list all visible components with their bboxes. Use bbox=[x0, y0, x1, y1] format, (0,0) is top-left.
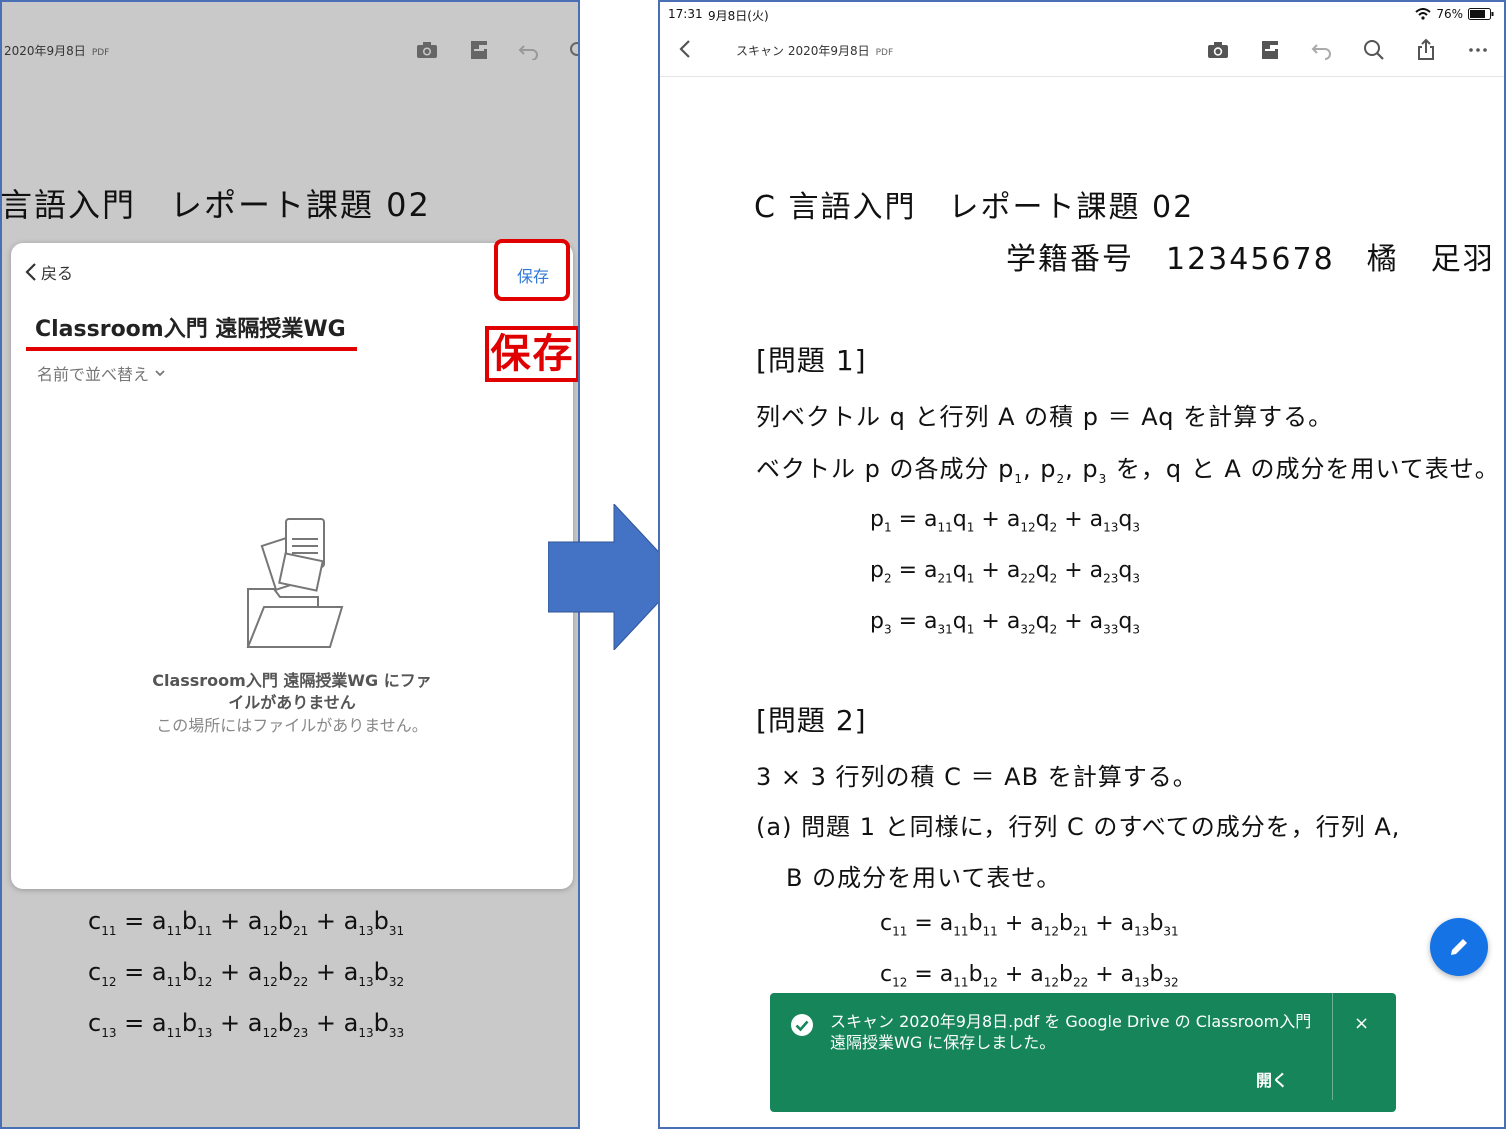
q2-line-1: 3 × 3 行列の積 C ＝ AB を計算する。 bbox=[756, 763, 1198, 791]
q2-equation-row: c11 = a11b11 + a12b21 + a13b31 bbox=[880, 911, 1179, 939]
edit-fab-button[interactable] bbox=[1430, 918, 1488, 976]
left-doc-title: 言語入門 レポート課題 02 bbox=[0, 186, 431, 224]
sort-dropdown[interactable]: 名前で並べ替え bbox=[37, 361, 165, 385]
camera-icon[interactable] bbox=[416, 40, 438, 60]
document-file-name: スキャン 2020年9月8日 PDF bbox=[736, 42, 893, 59]
q2-line-3: B の成分を用いて表せ。 bbox=[786, 864, 1062, 892]
status-time: 17:31 bbox=[668, 7, 703, 21]
share-icon[interactable] bbox=[1414, 38, 1438, 62]
battery-icon bbox=[1468, 8, 1494, 20]
toast-open-button[interactable]: 開く bbox=[1256, 1067, 1288, 1091]
camera-icon[interactable] bbox=[1206, 38, 1230, 62]
left-equation-row: c13 = a11b13 + a12b23 + a13b33 bbox=[88, 1009, 405, 1040]
status-indicators: 76% bbox=[1415, 7, 1494, 21]
toast-close-button[interactable]: × bbox=[1354, 1013, 1369, 1034]
doc-title: C 言語入門 レポート課題 02 bbox=[754, 190, 1195, 225]
doc-student-line: 学籍番号 12345678 橘 足羽 bbox=[1006, 242, 1495, 277]
back-button[interactable]: 戻る bbox=[25, 261, 73, 283]
document-file-name-text: スキャン 2020年9月8日 bbox=[736, 44, 870, 58]
save-success-toast: スキャン 2020年9月8日.pdf を Google Drive の Clas… bbox=[770, 993, 1396, 1112]
document-file-type: PDF bbox=[875, 48, 894, 58]
status-date: 9月8日(火) bbox=[708, 9, 769, 23]
empty-state-subtitle: この場所にはファイルがありません。 bbox=[156, 716, 428, 735]
undo-icon[interactable] bbox=[1310, 38, 1334, 62]
folder-title: Classroom入門 遠隔授業WG bbox=[35, 317, 346, 342]
empty-folder-icon bbox=[246, 518, 344, 648]
battery-percent: 76% bbox=[1436, 7, 1463, 21]
search-icon[interactable] bbox=[568, 40, 580, 60]
undo-icon[interactable] bbox=[518, 40, 540, 60]
q1-equation-row: p3 = a31q1 + a32q2 + a33q3 bbox=[870, 609, 1140, 637]
scanned-document: C 言語入門 レポート課題 02 学籍番号 12345678 橘 足羽 [問題 … bbox=[660, 77, 1504, 1127]
toast-divider bbox=[1332, 993, 1333, 1100]
right-screenshot-panel: 17:31 9月8日(火) 76% スキャン 2020年9月8日 PDF C 言語… bbox=[658, 0, 1506, 1129]
left-equation-row: c12 = a11b12 + a12b22 + a13b32 bbox=[88, 958, 405, 989]
organize-pages-icon[interactable] bbox=[468, 40, 490, 60]
q1-line-2-start: ベクトル p の各成分 p bbox=[756, 455, 1015, 483]
q2-heading: [問題 2] bbox=[756, 704, 867, 737]
q1-line-1: 列ベクトル q と行列 A の積 p ＝ Aq を計算する。 bbox=[756, 403, 1334, 431]
left-toolbar: 2020年9月8日 PDF bbox=[2, 2, 580, 97]
left-equation-row: c11 = a11b11 + a12b21 + a13b31 bbox=[88, 907, 405, 938]
organize-pages-icon[interactable] bbox=[1258, 38, 1282, 62]
back-label: 戻る bbox=[41, 264, 74, 283]
empty-state-title: Classroom入門 遠隔授業WG にファイルがありません bbox=[152, 671, 432, 712]
wifi-icon bbox=[1415, 8, 1431, 20]
q2-equation-row: c12 = a11b12 + a12b22 + a13b32 bbox=[880, 962, 1179, 990]
left-file-type: PDF bbox=[91, 48, 110, 58]
pencil-icon bbox=[1451, 939, 1467, 955]
left-screenshot-panel: 2020年9月8日 PDF 言語入門 レポート課題 02 c11 = a11b11… bbox=[0, 0, 580, 1129]
chevron-down-icon bbox=[155, 370, 165, 377]
q2-line-2: (a) 問題 1 と同様に，行列 C のすべての成分を，行列 A, bbox=[756, 813, 1401, 841]
status-bar: 17:31 9月8日(火) 76% bbox=[660, 2, 1504, 26]
left-file-name-text: 2020年9月8日 bbox=[4, 44, 86, 58]
sort-label: 名前で並べ替え bbox=[37, 365, 150, 384]
folder-title-annotation-underline bbox=[26, 347, 357, 351]
save-annotation-callout: 保存 bbox=[485, 326, 578, 382]
save-button-annotation-box bbox=[494, 239, 570, 301]
left-file-name: 2020年9月8日 PDF bbox=[4, 42, 109, 59]
q1-line-2-end: を，q と A の成分を用いて表せ。 bbox=[1115, 455, 1500, 483]
q1-line-2: ベクトル p の各成分 p1, p2, p3 を，q と A の成分を用いて表せ… bbox=[756, 455, 1500, 486]
q1-equation-row: p1 = a11q1 + a12q2 + a13q3 bbox=[870, 507, 1140, 535]
document-toolbar: スキャン 2020年9月8日 PDF bbox=[660, 26, 1504, 77]
search-icon[interactable] bbox=[1362, 38, 1386, 62]
back-chevron-icon[interactable] bbox=[678, 38, 692, 60]
chevron-left-icon bbox=[25, 263, 36, 281]
more-icon[interactable] bbox=[1466, 38, 1490, 62]
toast-message: スキャン 2020年9月8日.pdf を Google Drive の Clas… bbox=[830, 1012, 1312, 1052]
q1-equation-row: p2 = a21q1 + a22q2 + a23q3 bbox=[870, 558, 1140, 586]
q1-heading: [問題 1] bbox=[756, 344, 867, 377]
check-circle-icon bbox=[791, 1014, 813, 1036]
